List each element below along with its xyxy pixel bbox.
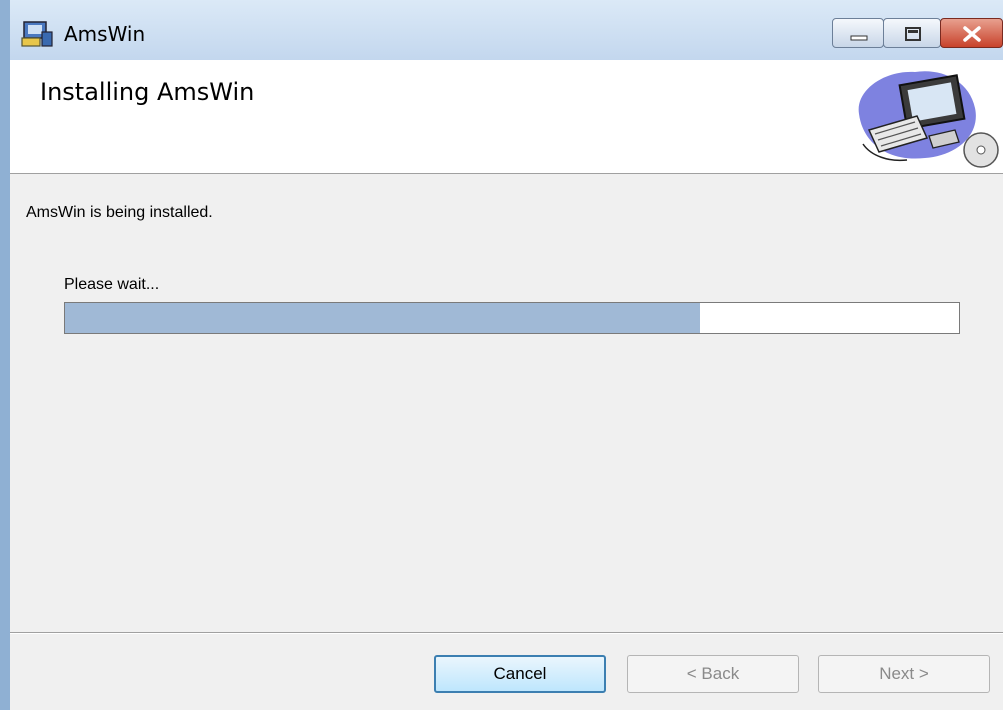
install-status-text: AmsWin is being installed. <box>26 204 213 221</box>
close-icon <box>963 26 981 42</box>
page-title: Installing AmsWin <box>40 78 255 106</box>
maximize-button[interactable] <box>883 18 941 48</box>
progress-fill <box>65 303 700 333</box>
window-title: AmsWin <box>64 22 146 46</box>
close-button[interactable] <box>940 18 1003 48</box>
minimize-icon <box>850 35 868 41</box>
progress-bar <box>64 302 960 334</box>
progress-label: Please wait... <box>64 276 160 293</box>
next-button[interactable]: Next > <box>818 655 990 693</box>
cancel-button[interactable]: Cancel <box>434 655 606 693</box>
installer-icon <box>21 21 53 47</box>
minimize-button[interactable] <box>832 18 884 48</box>
header-banner: Installing AmsWin <box>10 60 1003 174</box>
maximize-icon <box>905 27 921 41</box>
footer-divider <box>10 632 1003 633</box>
computer-cd-icon <box>858 71 999 168</box>
installer-window: AmsWin Installing AmsWin AmsWin is being… <box>0 0 1003 710</box>
back-button[interactable]: < Back <box>627 655 799 693</box>
title-bar[interactable]: AmsWin <box>10 0 1003 60</box>
